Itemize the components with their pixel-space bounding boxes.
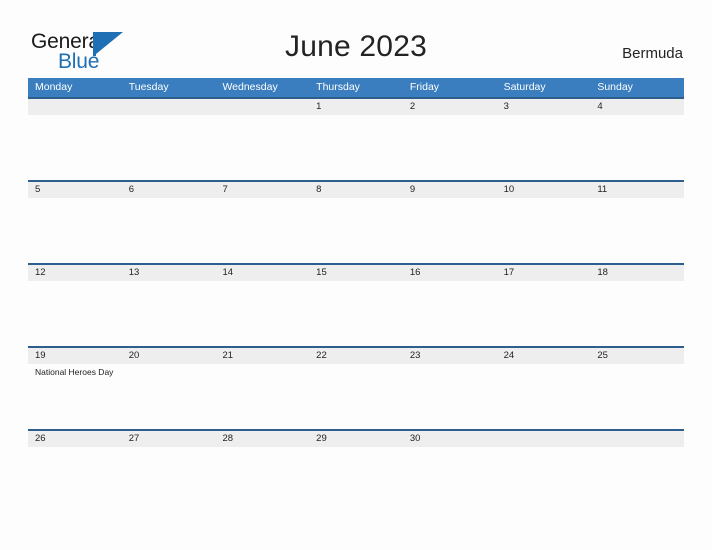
- day-cell[interactable]: 28: [215, 431, 310, 512]
- day-cell[interactable]: 13: [121, 265, 216, 346]
- day-cell[interactable]: [215, 99, 310, 180]
- day-cell[interactable]: 25: [590, 348, 685, 429]
- day-number: 15: [316, 267, 327, 278]
- day-cell[interactable]: 18: [590, 265, 685, 346]
- week-row: 12 13 14 15 16 17 18: [28, 263, 685, 346]
- day-cell[interactable]: [28, 99, 122, 180]
- weekday-tuesday: Tuesday: [128, 81, 169, 93]
- day-number: 4: [597, 101, 603, 112]
- day-stripe: [121, 99, 216, 115]
- day-number: 13: [128, 267, 140, 278]
- weekday-friday: Friday: [409, 81, 440, 93]
- day-number: 9: [409, 184, 416, 195]
- day-cell[interactable]: 5: [28, 182, 122, 263]
- week-row: 19 National Heroes Day 20 21 22 23 24 25: [28, 346, 685, 429]
- day-cell[interactable]: 20: [121, 348, 216, 429]
- day-number: 29: [316, 433, 327, 444]
- weekday-sunday: Sunday: [597, 81, 633, 93]
- day-number: 11: [597, 184, 608, 195]
- day-cell[interactable]: 17: [496, 265, 591, 346]
- day-cell[interactable]: 9: [402, 182, 497, 263]
- day-number: 19: [35, 350, 46, 361]
- day-cell[interactable]: 21: [215, 348, 310, 429]
- day-cell[interactable]: 7: [215, 182, 310, 263]
- day-cell[interactable]: 1: [309, 99, 403, 180]
- day-cell[interactable]: 19 National Heroes Day: [28, 348, 122, 429]
- day-cell[interactable]: 6: [121, 182, 216, 263]
- country-label: Bermuda: [622, 45, 683, 62]
- day-number: 10: [503, 184, 515, 195]
- day-cell[interactable]: 23: [402, 348, 497, 429]
- day-cell[interactable]: 22: [309, 348, 403, 429]
- day-stripe: [28, 99, 122, 115]
- weekday-header-row: Monday Tuesday Wednesday Thursday Friday…: [28, 78, 684, 97]
- day-cell[interactable]: 12: [28, 265, 122, 346]
- holiday-label: National Heroes Day: [35, 367, 114, 377]
- day-number: 7: [222, 184, 228, 195]
- day-number: 27: [128, 433, 140, 444]
- day-number: 6: [128, 184, 135, 195]
- page-header: General Blue June 2023 Bermuda: [0, 0, 712, 78]
- day-number: 21: [222, 350, 234, 361]
- day-stripe: [496, 431, 591, 447]
- day-cell[interactable]: 11: [590, 182, 685, 263]
- day-cell[interactable]: 8: [309, 182, 403, 263]
- day-number: 1: [316, 101, 322, 112]
- day-cell[interactable]: 26: [28, 431, 122, 512]
- page-title: June 2023: [285, 30, 427, 63]
- day-cell[interactable]: 4: [590, 99, 685, 180]
- day-cell[interactable]: 14: [215, 265, 310, 346]
- day-cell[interactable]: 16: [402, 265, 497, 346]
- day-cell[interactable]: [496, 431, 591, 512]
- day-cell[interactable]: 27: [121, 431, 216, 512]
- day-number: 25: [597, 350, 608, 361]
- weekday-monday: Monday: [35, 81, 73, 93]
- day-stripe: [590, 431, 685, 447]
- day-cell[interactable]: 3: [496, 99, 591, 180]
- day-number: 26: [35, 433, 46, 444]
- day-number: 22: [316, 350, 327, 361]
- day-stripe: [215, 99, 310, 115]
- day-number: 18: [597, 267, 608, 278]
- day-number: 5: [35, 184, 41, 195]
- weekday-saturday: Saturday: [503, 81, 546, 93]
- weekday-thursday: Thursday: [316, 81, 360, 93]
- week-row: 5 6 7 8 9 10 11: [28, 180, 685, 263]
- day-cell[interactable]: 30: [402, 431, 497, 512]
- day-cell[interactable]: 15: [309, 265, 403, 346]
- day-cell[interactable]: 24: [496, 348, 591, 429]
- day-number: 14: [222, 267, 234, 278]
- day-cell[interactable]: 10: [496, 182, 591, 263]
- day-number: 28: [222, 433, 234, 444]
- day-cell[interactable]: [121, 99, 216, 180]
- day-number: 30: [409, 433, 421, 444]
- day-number: 12: [35, 267, 46, 278]
- week-row: 26 27 28 29 30: [28, 429, 685, 512]
- day-number: 23: [409, 350, 421, 361]
- weekday-wednesday: Wednesday: [222, 81, 278, 93]
- day-number: 17: [503, 267, 515, 278]
- calendar-grid: Monday Tuesday Wednesday Thursday Friday…: [28, 78, 685, 512]
- day-number: 2: [409, 101, 416, 112]
- day-number: 16: [409, 267, 421, 278]
- week-row: 1 2 3 4: [28, 97, 685, 180]
- day-number: 3: [503, 101, 509, 112]
- day-number: 20: [128, 350, 140, 361]
- calendar-page: General Blue June 2023 Bermuda Monday Tu…: [0, 0, 712, 550]
- day-number: 8: [316, 184, 322, 195]
- day-cell[interactable]: [590, 431, 685, 512]
- day-number: 24: [503, 350, 515, 361]
- day-cell[interactable]: 29: [309, 431, 403, 512]
- day-cell[interactable]: 2: [402, 99, 497, 180]
